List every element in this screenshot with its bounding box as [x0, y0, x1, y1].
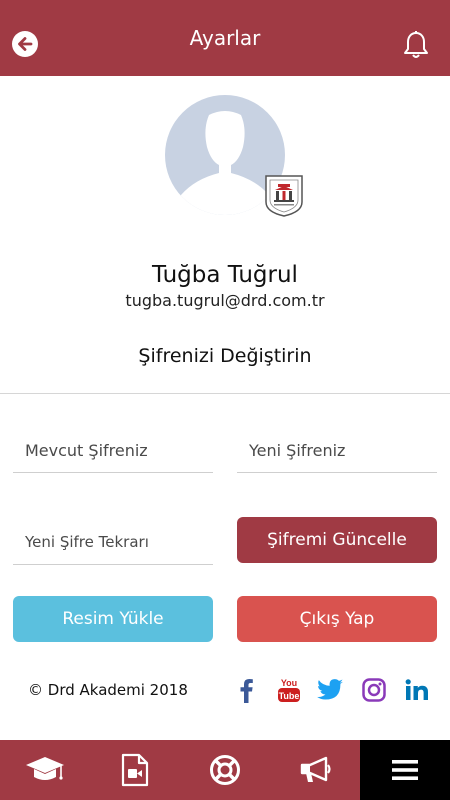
- youtube-link[interactable]: You Tube: [275, 676, 303, 704]
- instagram-icon: [362, 678, 386, 702]
- tab-videos[interactable]: [90, 740, 180, 800]
- logout-button[interactable]: Çıkış Yap: [237, 596, 437, 642]
- app-header: Ayarlar: [0, 0, 450, 76]
- repeat-password-input[interactable]: [25, 533, 213, 551]
- megaphone-icon: [300, 756, 331, 782]
- menu-icon: [392, 760, 418, 780]
- current-password-input[interactable]: [25, 440, 213, 460]
- twitter-icon: [317, 679, 343, 700]
- copyright-text: © Drd Akademi 2018: [28, 681, 188, 699]
- section-divider: [0, 393, 450, 394]
- update-password-button[interactable]: Şifremi Güncelle: [237, 517, 437, 563]
- bottom-tab-bar: [0, 740, 450, 800]
- page-title: Ayarlar: [189, 26, 261, 50]
- back-button[interactable]: [12, 31, 38, 57]
- profile-avatar[interactable]: [165, 95, 303, 217]
- upload-photo-button[interactable]: Resim Yükle: [13, 596, 213, 642]
- svg-text:You: You: [281, 678, 297, 688]
- lifebuoy-icon: [210, 755, 240, 785]
- facebook-link[interactable]: [233, 676, 259, 704]
- graduation-cap-icon: [26, 757, 64, 780]
- facebook-icon: [240, 679, 253, 703]
- video-file-icon: [121, 753, 149, 787]
- svg-text:Tube: Tube: [279, 691, 300, 701]
- tab-menu[interactable]: [360, 740, 450, 800]
- twitter-link[interactable]: [316, 676, 344, 704]
- new-password-input[interactable]: [249, 440, 437, 460]
- bell-icon: [404, 31, 428, 58]
- back-arrow-icon: [18, 37, 33, 51]
- tab-education[interactable]: [0, 740, 90, 800]
- profile-name: Tuğba Tuğrul: [152, 262, 298, 288]
- repeat-password-field[interactable]: [13, 520, 213, 565]
- notifications-button[interactable]: [402, 30, 430, 60]
- instagram-link[interactable]: [360, 676, 388, 704]
- youtube-icon: You Tube: [278, 678, 300, 702]
- password-section-title: Şifrenizi Değiştirin: [138, 345, 312, 367]
- current-password-field[interactable]: [13, 428, 213, 473]
- linkedin-icon: [405, 679, 428, 700]
- profile-email: tugba.tugrul@drd.com.tr: [125, 291, 325, 310]
- new-password-field[interactable]: [237, 428, 437, 473]
- tab-support[interactable]: [180, 740, 270, 800]
- linkedin-link[interactable]: [403, 676, 431, 704]
- drd-akademi-logo: [262, 172, 306, 218]
- tab-announcements[interactable]: [270, 740, 360, 800]
